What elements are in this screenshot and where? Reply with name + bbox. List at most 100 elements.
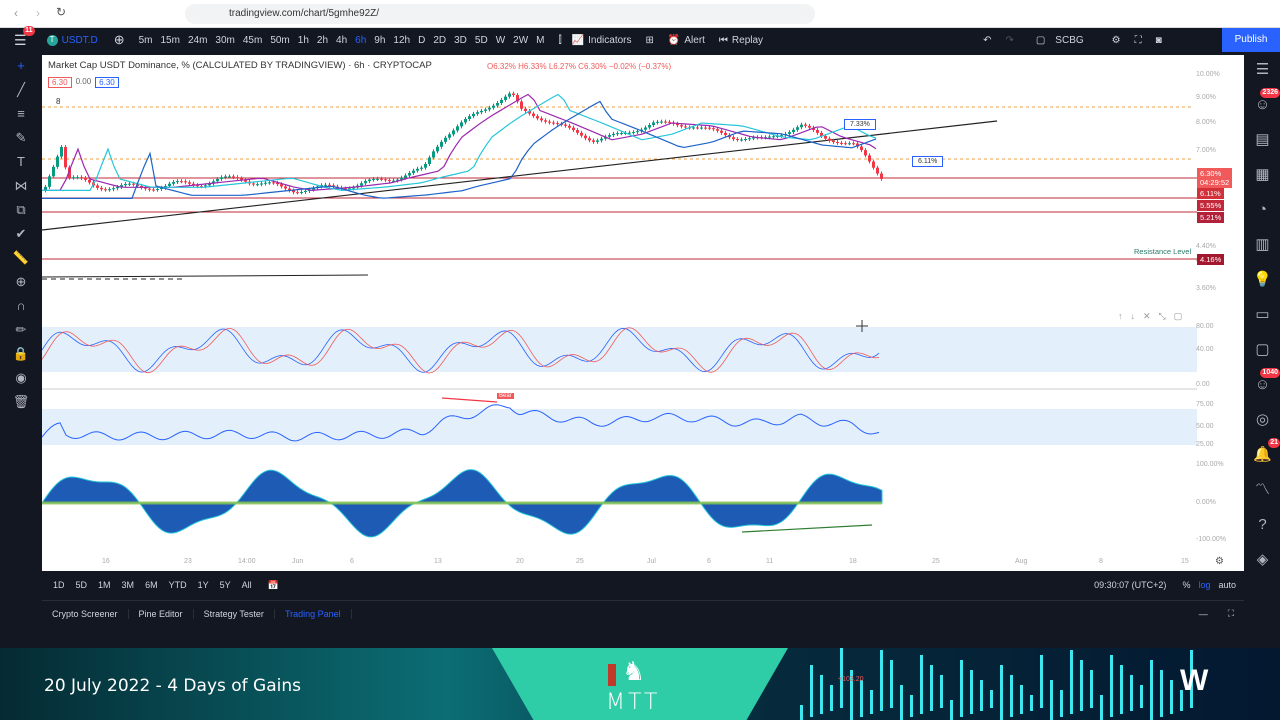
check-icon[interactable]: ✔ (0, 226, 42, 250)
tab-pine-editor[interactable]: Pine Editor (129, 608, 194, 619)
undo-icon[interactable]: ↶ (983, 35, 991, 46)
timeframe-5m[interactable]: 5m (139, 35, 153, 46)
pattern-icon[interactable]: ⋈ (0, 178, 42, 202)
symbol-search[interactable]: USDT.D (62, 35, 98, 46)
pulse-icon[interactable]: 〽 (1245, 472, 1280, 507)
publish-button[interactable]: Publish (1222, 28, 1280, 52)
ideas-icon[interactable]: 💡 (1245, 262, 1280, 297)
range-1d[interactable]: 1D (53, 580, 65, 590)
pencil-lock-icon[interactable]: ✏ (0, 322, 42, 346)
axis-settings-icon[interactable]: ⚙ (1215, 556, 1224, 567)
prediction-icon[interactable]: ⧉ (0, 202, 42, 226)
range-6m[interactable]: 6M (145, 580, 158, 590)
indicators-button[interactable]: Indicators (588, 35, 631, 46)
zoom-icon[interactable]: ⊕ (0, 274, 42, 298)
notifications-icon[interactable]: ☺ 1040 (1245, 367, 1280, 402)
chart-area[interactable]: Market Cap USDT Dominance, % (CALCULATED… (41, 55, 1244, 571)
stream-icon[interactable]: ◎ (1245, 402, 1280, 437)
chat-icon[interactable]: ☺ 2326 (1245, 87, 1280, 122)
trash-icon[interactable]: 🗑 (0, 394, 42, 418)
chart-canvas[interactable] (41, 55, 1244, 571)
timeframe-M[interactable]: M (536, 35, 544, 46)
timeframe-30m[interactable]: 30m (215, 35, 234, 46)
timeframe-D[interactable]: D (418, 35, 425, 46)
maximize-icon[interactable]: ⛶ (1218, 608, 1244, 619)
timeframe-5D[interactable]: 5D (475, 35, 488, 46)
replay-button[interactable]: Replay (732, 35, 763, 46)
eye-icon[interactable]: ◉ (0, 370, 42, 394)
layout-icon[interactable]: ▢ (1036, 35, 1045, 46)
templates-icon[interactable]: ⊞ (646, 35, 654, 46)
range-5d[interactable]: 5D (76, 580, 88, 590)
compare-icon[interactable]: ⊕ (114, 32, 125, 48)
streams-icon[interactable]: ▭ (1245, 297, 1280, 332)
timeframe-2D[interactable]: 2D (433, 35, 446, 46)
crosshair-icon[interactable]: + (0, 58, 42, 82)
range-5y[interactable]: 5Y (220, 580, 231, 590)
log-toggle[interactable]: log (1198, 580, 1210, 590)
pane-controls[interactable]: ↑↓✕⤡▢ (1118, 311, 1190, 322)
camera-icon[interactable]: ◙ (1156, 35, 1162, 46)
back-icon[interactable]: ‹ (14, 6, 18, 20)
brush-icon[interactable]: ✎ (0, 130, 42, 154)
tab-trading-panel[interactable]: Trading Panel (275, 608, 352, 619)
indicator-count[interactable]: 8 (56, 97, 60, 106)
layers-icon[interactable]: ◈ (1245, 542, 1280, 577)
alert-button[interactable]: Alert (684, 35, 705, 46)
timeframe-45m[interactable]: 45m (243, 35, 262, 46)
chart-type-icon[interactable]: ⫿ (559, 35, 562, 46)
minimize-icon[interactable]: — (1189, 609, 1218, 619)
price-axis[interactable]: 10.00%9.00%8.00%7.00%4.40%4.00%3.60%6.30… (1192, 55, 1244, 571)
magnet-icon[interactable]: ∩ (0, 298, 42, 322)
menu-icon[interactable]: ☰ 11 (14, 25, 35, 49)
watchlist-icon[interactable]: ☰ (1245, 52, 1280, 87)
text-icon[interactable]: T (0, 154, 42, 178)
timeframe-1h[interactable]: 1h (298, 35, 309, 46)
news-icon[interactable]: ▤ (1245, 122, 1280, 157)
ruler-icon[interactable]: 📏 (0, 250, 42, 274)
tab-crypto-screener[interactable]: Crypto Screener (42, 608, 129, 619)
range-1m[interactable]: 1M (98, 580, 111, 590)
address-bar[interactable]: tradingview.com/chart/5gmhe92Z/ (185, 4, 815, 24)
timeframe-9h[interactable]: 9h (374, 35, 385, 46)
data-window-icon[interactable]: ▦ (1245, 157, 1280, 192)
timeframe-W[interactable]: W (496, 35, 505, 46)
callout-611[interactable]: 6.11% (912, 156, 944, 167)
lock-icon[interactable]: 🔒 (0, 346, 42, 370)
tab-strategy-tester[interactable]: Strategy Tester (194, 608, 275, 619)
range-1y[interactable]: 1Y (198, 580, 209, 590)
reload-icon[interactable]: ↻ (56, 5, 66, 19)
fib-icon[interactable]: ≡ (0, 106, 42, 130)
bid-button[interactable]: 6.30 (48, 77, 72, 88)
help-icon[interactable]: ? (1245, 507, 1280, 542)
timeframe-50m[interactable]: 50m (270, 35, 289, 46)
settings-icon[interactable]: ⚙ (1112, 35, 1121, 46)
hotlist-icon[interactable]: ◔ (1245, 192, 1280, 227)
layout-name[interactable]: SCBG (1055, 35, 1083, 46)
calendar-icon[interactable]: ▥ (1245, 227, 1280, 262)
timeframe-2W[interactable]: 2W (513, 35, 528, 46)
fullscreen-icon[interactable]: ⛶ (1135, 35, 1142, 46)
percent-toggle[interactable]: % (1182, 580, 1190, 590)
alerts-icon[interactable]: 🔔 21 (1245, 437, 1280, 472)
timeframe-6h[interactable]: 6h (355, 35, 366, 46)
timeframe-15m[interactable]: 15m (161, 35, 180, 46)
ask-button[interactable]: 6.30 (95, 77, 119, 88)
goto-date-icon[interactable]: 📅 (268, 580, 279, 591)
clock[interactable]: 09:30:07 (UTC+2) (1094, 580, 1166, 590)
redo-icon[interactable]: ↷ (1005, 35, 1013, 46)
range-3m[interactable]: 3M (122, 580, 135, 590)
range-ytd[interactable]: YTD (169, 580, 187, 590)
range-all[interactable]: All (242, 580, 252, 590)
forward-icon[interactable]: › (36, 6, 40, 20)
chats-icon[interactable]: ▢ (1245, 332, 1280, 367)
timeframe-12h[interactable]: 12h (393, 35, 410, 46)
timeframe-3D[interactable]: 3D (454, 35, 467, 46)
timeframe-4h[interactable]: 4h (336, 35, 347, 46)
trendline-icon[interactable]: ╱ (0, 82, 42, 106)
timeframe-2h[interactable]: 2h (317, 35, 328, 46)
callout-733[interactable]: 7.33% (844, 119, 876, 130)
time-axis[interactable]: 16 23 14:00 Jun 6 13 20 25 Jul 6 11 18 25 Aug 8 15 (42, 555, 1192, 569)
auto-toggle[interactable]: auto (1218, 580, 1236, 590)
timeframe-24m[interactable]: 24m (188, 35, 207, 46)
